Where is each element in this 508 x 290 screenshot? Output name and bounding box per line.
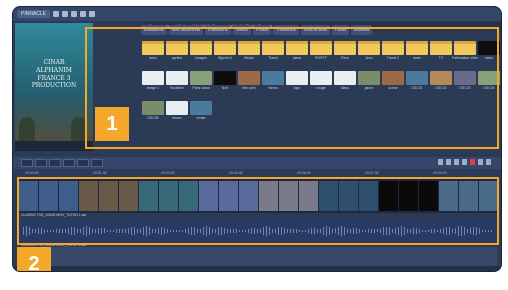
timeline-scrollbar[interactable]	[13, 266, 501, 271]
ruler-tick-label: 00:01:30	[93, 171, 107, 175]
timeline-toolbar	[438, 159, 491, 165]
ruler-tick-label: 00:03:00	[161, 171, 175, 175]
razor-icon[interactable]	[438, 159, 443, 165]
loop-button[interactable]	[77, 159, 89, 167]
open-icon[interactable]	[62, 11, 69, 17]
redo-icon[interactable]	[89, 11, 96, 17]
callout-badge-1: 1	[95, 107, 129, 141]
ruler-tick-label: 00:00:00	[25, 171, 39, 175]
ruler-tick-label: 00:04:30	[229, 171, 243, 175]
preview-text-2: ALPHANIM	[36, 67, 72, 74]
transport-bar	[13, 157, 501, 169]
mixer-icon[interactable]	[478, 159, 483, 165]
preview-player: CINAR ALPHANIM FRANCE 3 PRODUCTION	[15, 23, 93, 151]
callout-badge-2: 2	[17, 247, 51, 271]
new-icon[interactable]	[53, 11, 60, 17]
highlight-timeline	[17, 177, 499, 245]
title-bar: PINNACLE	[13, 7, 501, 21]
snap-icon[interactable]	[462, 159, 467, 165]
undo-icon[interactable]	[80, 11, 87, 17]
save-icon[interactable]	[71, 11, 78, 17]
delete-icon[interactable]	[446, 159, 451, 165]
record-icon[interactable]	[470, 159, 475, 165]
play-button[interactable]	[35, 159, 47, 167]
ruler-tick-label: 00:06:00	[297, 171, 311, 175]
fullscreen-button[interactable]	[91, 159, 103, 167]
stop-button[interactable]	[49, 159, 61, 167]
marker-icon[interactable]	[454, 159, 459, 165]
preview-text-3: FRANCE 3 PRODUCTION	[31, 75, 77, 89]
highlight-library	[85, 27, 499, 149]
forward-button[interactable]	[63, 159, 75, 167]
zoom-icon[interactable]	[486, 159, 491, 165]
preview-text-1: CINAR	[43, 59, 65, 66]
ruler-tick-label: 00:07:30	[365, 171, 379, 175]
ruler-tick-label: 00:09:00	[433, 171, 447, 175]
app-window: PINNACLE Documents and Settings\Media\My…	[12, 6, 502, 272]
preview-controls[interactable]	[15, 141, 93, 151]
rewind-button[interactable]	[21, 159, 33, 167]
app-logo: PINNACLE	[17, 10, 51, 18]
